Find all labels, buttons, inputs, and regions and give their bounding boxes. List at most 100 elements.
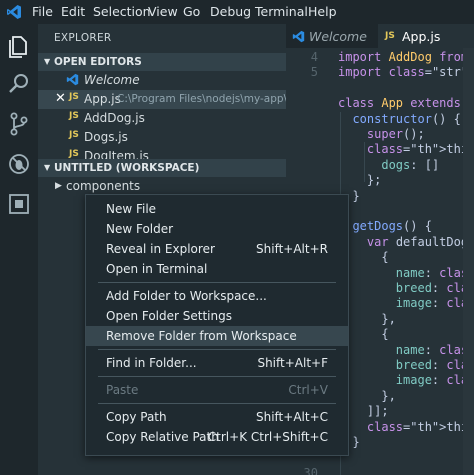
tab-label: Welcome [309, 29, 367, 44]
code-line: super(); [366, 127, 425, 141]
code-line: image: class="str">'http:// [395, 373, 474, 388]
code-line: var defaultDogs = [ [366, 234, 474, 249]
code-line: dogs: [] [381, 157, 440, 172]
menu-separator [98, 282, 336, 283]
menu-item-label: Remove Folder from Workspace [106, 329, 297, 343]
menu-item-remove-folder-from-workspace[interactable]: Remove Folder from Workspace [86, 326, 348, 346]
js-file-icon: JS [69, 92, 79, 102]
open-editor-name: App.js [84, 92, 121, 106]
code-line: image: class="str">'https:/ [395, 296, 474, 311]
code-line: class="th">this.state = { [366, 142, 474, 157]
menu-bar: File Edit Selection View Go Debug Termin… [0, 0, 474, 24]
code-line: }; [338, 173, 382, 188]
menu-item-shortcut: Shift+Alt+C [255, 410, 328, 424]
chevron-down-icon: ▼ [44, 163, 51, 172]
menu-separator [98, 403, 336, 404]
menu-separator [98, 349, 336, 350]
menu-view[interactable]: View [148, 4, 178, 19]
extensions-icon[interactable] [5, 190, 33, 218]
open-editors-header[interactable]: ▼ OPEN EDITORS [38, 53, 286, 71]
menu-terminal[interactable]: Terminal [255, 4, 308, 19]
menu-go[interactable]: Go [183, 4, 200, 19]
menu-item-open-in-terminal[interactable]: Open in Terminal [86, 259, 348, 279]
menu-item-label: Open Folder Settings [106, 309, 232, 323]
open-editor-name: Welcome [84, 73, 140, 87]
js-file-icon: JS [69, 149, 79, 159]
editor-scrollbar[interactable] [463, 48, 474, 475]
folder-name: components [66, 179, 141, 193]
menu-edit[interactable]: Edit [61, 4, 85, 19]
vscode-file-icon [66, 73, 79, 86]
menu-item-label: Add Folder to Workspace... [106, 289, 267, 303]
menu-item-copy-relative-path[interactable]: Copy Relative Path Ctrl+K Ctrl+Shift+C [86, 427, 348, 447]
code-line: import AddDog from class="str">'./ [338, 50, 469, 64]
code-line: class="th">this.setState({defa [366, 419, 474, 434]
tab-app-js[interactable]: JS App.js [378, 24, 474, 48]
js-file-icon: JS [385, 31, 395, 41]
line-number: 30 [303, 465, 318, 475]
open-editors-label: OPEN EDITORS [54, 56, 142, 68]
menu-selection[interactable]: Selection [93, 4, 151, 19]
menu-item-label: New File [106, 202, 157, 216]
tab-label: App.js [402, 29, 441, 44]
open-editor-name: Dogs.js [84, 130, 128, 144]
js-file-icon: JS [69, 111, 79, 121]
menu-file[interactable]: File [32, 4, 53, 19]
menu-item-label: Copy Path [106, 410, 167, 424]
open-editor-app-js[interactable]: ✕ JS App.js C:\Program Files\nodejs\my-a… [38, 90, 302, 109]
menu-item-new-file[interactable]: New File [86, 199, 348, 219]
menu-item-label: Find in Folder... [106, 356, 197, 370]
context-menu: New File New Folder Reveal in Explorer Shif… [85, 194, 349, 456]
menu-debug[interactable]: Debug [210, 4, 251, 19]
menu-separator [98, 376, 336, 377]
menu-item-label: New Folder [106, 222, 174, 236]
source-control-icon[interactable] [5, 110, 33, 138]
code-line: import class="str">'./App.css'; [338, 65, 474, 80]
menu-item-shortcut: Ctrl+K Ctrl+Shift+C [207, 430, 328, 444]
menu-item-label: Copy Relative Path [106, 430, 219, 444]
workspace-header[interactable]: ▼ UNTITLED (WORKSPACE) [38, 159, 286, 177]
workspace-label: UNTITLED (WORKSPACE) [54, 162, 200, 174]
js-file-icon: JS [69, 130, 79, 140]
open-editor-name: AddDog.js [84, 111, 145, 125]
menu-help[interactable]: Help [308, 4, 337, 19]
menu-item-label: Paste [106, 383, 139, 397]
code-line: name: class="str">'Riley', [395, 342, 474, 357]
menu-item-paste[interactable]: Paste Ctrl+V [86, 380, 348, 400]
menu-item-label: Open in Terminal [106, 262, 208, 276]
menu-item-shortcut: Ctrl+V [288, 383, 328, 397]
open-editor-welcome[interactable]: Welcome [38, 71, 286, 90]
code-line: name: class="str">'Princess' [395, 265, 474, 280]
menu-item-shortcut: Shift+Alt+R [256, 242, 328, 256]
open-editor-dogs-js[interactable]: JS Dogs.js [38, 128, 286, 147]
menu-item-new-folder[interactable]: New Folder [86, 219, 348, 239]
menu-item-copy-path[interactable]: Copy Path Shift+Alt+C [86, 407, 348, 427]
menu-item-open-folder-settings[interactable]: Open Folder Settings [86, 306, 348, 326]
menu-item-label: Reveal in Explorer [106, 242, 215, 256]
explorer-title: EXPLORER [54, 32, 112, 44]
explorer-icon[interactable] [5, 32, 33, 60]
tab-welcome[interactable]: Welcome [286, 24, 376, 48]
code-line: class App extends Compo [338, 96, 474, 111]
debug-icon[interactable] [5, 150, 33, 178]
menu-item-shortcut: Shift+Alt+F [257, 356, 328, 370]
activity-bar [0, 24, 38, 475]
open-editor-path: C:\Program Files\nodejs\my-app\src [117, 93, 303, 105]
search-icon[interactable] [5, 70, 33, 98]
vscode-logo-icon[interactable] [6, 4, 22, 20]
chevron-down-icon: ▼ [44, 57, 51, 66]
code-line: getDogs() { [352, 219, 432, 234]
line-number: 4 [310, 50, 318, 64]
editor-tabs: Welcome JS App.js [286, 24, 474, 48]
open-editor-adddog-js[interactable]: JS AddDog.js [38, 109, 286, 128]
chevron-right-icon: ▶ [55, 181, 62, 191]
code-line: breed: class="str">'Husky', [395, 358, 474, 372]
line-number: 5 [310, 65, 318, 80]
code-line: constructor() { [352, 111, 461, 126]
menu-item-reveal-in-explorer[interactable]: Reveal in Explorer Shift+Alt+R [86, 239, 348, 259]
menu-item-find-in-folder[interactable]: Find in Folder... Shift+Alt+F [86, 353, 348, 373]
code-line: breed: class="str">'Corgi', [395, 281, 474, 295]
vscode-file-icon [292, 30, 305, 43]
close-icon[interactable]: ✕ [55, 91, 66, 106]
menu-item-add-folder-to-workspace[interactable]: Add Folder to Workspace... [86, 286, 348, 306]
